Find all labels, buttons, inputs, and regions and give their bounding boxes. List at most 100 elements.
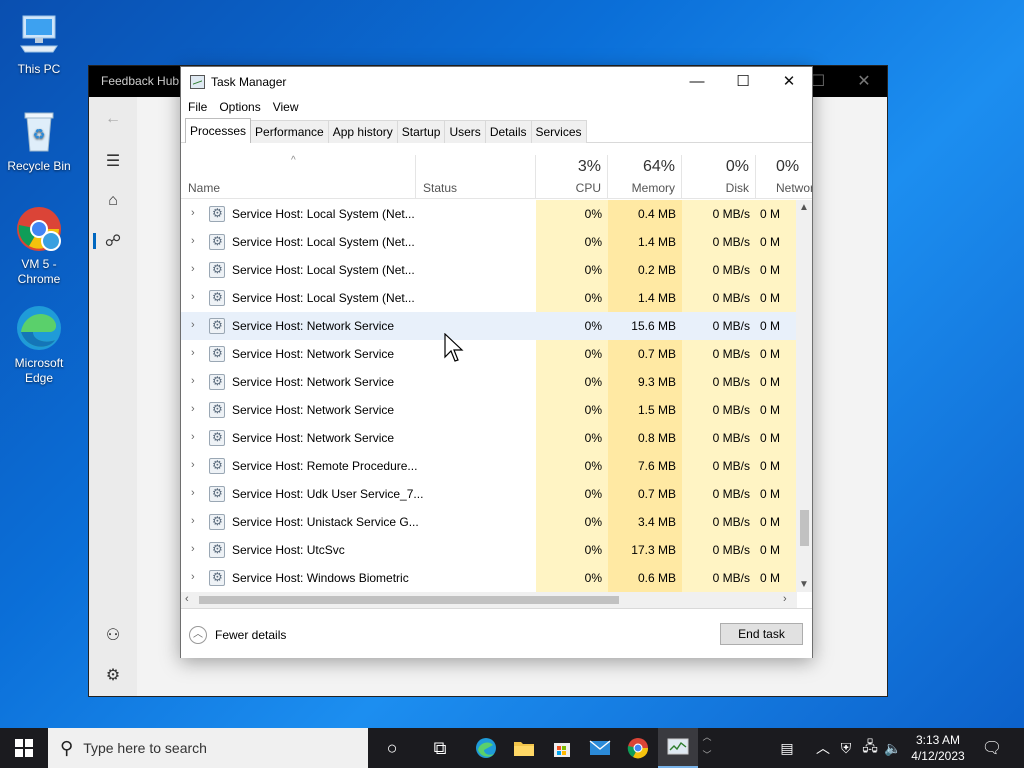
end-task-button[interactable]: End task bbox=[720, 623, 803, 645]
expand-chevron-icon[interactable]: › bbox=[191, 431, 195, 443]
home-icon[interactable]: ⌂ bbox=[89, 183, 137, 219]
network-icon[interactable]: 🖧 bbox=[858, 736, 882, 760]
clock-date: 4/12/2023 bbox=[911, 749, 965, 763]
tab-performance[interactable]: Performance bbox=[250, 120, 329, 143]
process-row[interactable]: › Service Host: Local System (Net... 0%1.4… bbox=[181, 228, 797, 256]
mail-icon[interactable] bbox=[588, 736, 612, 760]
tab-services[interactable]: Services bbox=[530, 120, 587, 143]
action-card-icon[interactable]: ▤ bbox=[772, 740, 802, 757]
settings-gear-icon[interactable]: ⚙ bbox=[89, 657, 137, 693]
menu-bar: File Options View bbox=[181, 97, 812, 119]
taskbar-overflow-scroller[interactable]: ︿ ﹀ bbox=[700, 728, 714, 768]
desktop-icon-recycle-bin[interactable]: ♻ Recycle Bin bbox=[3, 107, 75, 174]
edge-taskbar-icon[interactable] bbox=[474, 736, 498, 760]
process-row[interactable]: ›Service Host: Network Service0%9.3 MB0 … bbox=[181, 368, 797, 396]
process-disk: 0 MB/s bbox=[682, 228, 756, 256]
process-row[interactable]: › Service Host: Udk User Service_7... 0%0.… bbox=[181, 480, 797, 508]
process-row[interactable]: › Service Host: Unistack Service G... 0%3.… bbox=[181, 508, 797, 536]
scroll-down-arrow-icon[interactable]: ▼ bbox=[799, 579, 809, 590]
action-center-icon[interactable]: 🗨 bbox=[980, 736, 1004, 760]
chrome-taskbar-icon[interactable] bbox=[626, 736, 650, 760]
expand-chevron-icon[interactable]: › bbox=[191, 291, 195, 303]
expand-chevron-icon[interactable]: › bbox=[191, 375, 195, 387]
expand-chevron-icon[interactable]: › bbox=[191, 515, 195, 527]
close-icon[interactable]: ✕ bbox=[841, 66, 887, 97]
scroll-up-arrow-icon[interactable]: ▲ bbox=[799, 202, 809, 213]
show-hidden-icons-chevron-icon[interactable]: ︿ bbox=[812, 738, 834, 758]
menu-options[interactable]: Options bbox=[219, 97, 266, 119]
process-memory: 17.3 MB bbox=[608, 536, 682, 564]
desktop-icon-edge[interactable]: Microsoft Edge bbox=[3, 304, 75, 386]
scroll-left-arrow-icon[interactable]: ‹ bbox=[185, 593, 189, 605]
taskbar-search-box[interactable]: ⚲ Type here to search bbox=[48, 728, 368, 768]
expand-chevron-icon[interactable]: › bbox=[191, 571, 195, 583]
process-row[interactable]: ›Service Host: Network Service0%15.6 MB0… bbox=[181, 312, 797, 340]
process-cpu: 0% bbox=[536, 312, 608, 340]
back-arrow-icon[interactable]: ← bbox=[89, 101, 137, 137]
process-row[interactable]: › Service Host: Local System (Net... 0%0.4… bbox=[181, 200, 797, 228]
volume-icon[interactable]: 🔈 bbox=[882, 740, 904, 757]
expand-chevron-icon[interactable]: › bbox=[191, 487, 195, 499]
minimize-icon[interactable]: — bbox=[674, 67, 720, 97]
column-cpu[interactable]: 3% CPU bbox=[536, 155, 608, 199]
fewer-details-button[interactable]: ︿ Fewer details bbox=[189, 626, 286, 644]
microsoft-store-icon[interactable] bbox=[550, 736, 574, 760]
task-manager-taskbar-button[interactable] bbox=[658, 728, 698, 768]
tab-startup[interactable]: Startup bbox=[396, 120, 446, 143]
menu-file[interactable]: File bbox=[188, 97, 213, 119]
expand-chevron-icon[interactable]: › bbox=[191, 459, 195, 471]
desktop-icon-vm5-chrome[interactable]: VM 5 - Chrome bbox=[3, 205, 75, 287]
expand-chevron-icon[interactable]: › bbox=[191, 347, 195, 359]
tab-processes[interactable]: Processes bbox=[185, 118, 252, 143]
process-row[interactable]: › Service Host: Local System (Net... 0%1.4… bbox=[181, 284, 797, 312]
service-host-icon bbox=[209, 374, 225, 390]
chrome-icon bbox=[15, 205, 63, 253]
expand-chevron-icon[interactable]: › bbox=[191, 207, 195, 219]
tab-app-history[interactable]: App history bbox=[327, 120, 398, 143]
tab-details[interactable]: Details bbox=[484, 120, 532, 143]
column-memory[interactable]: 64% Memory bbox=[608, 155, 682, 199]
process-row[interactable]: › Service Host: Windows Biometric 0%0.6 MB… bbox=[181, 564, 797, 592]
task-manager-window[interactable]: Task Manager — ☐ ✕ File Options View Pro… bbox=[180, 66, 813, 658]
process-row[interactable]: ›Service Host: Network Service0%0.7 MB0 … bbox=[181, 340, 797, 368]
service-host-icon bbox=[209, 514, 225, 530]
vertical-scrollbar[interactable]: ▲ ▼ bbox=[796, 200, 812, 592]
process-row[interactable]: ›Service Host: Network Service0%0.8 MB0 … bbox=[181, 424, 797, 452]
expand-chevron-icon[interactable]: › bbox=[191, 319, 195, 331]
cortana-circle-icon[interactable]: ○ bbox=[380, 736, 404, 760]
maximize-icon[interactable]: ☐ bbox=[720, 67, 766, 97]
start-button[interactable] bbox=[0, 728, 48, 768]
task-view-icon[interactable]: ⧉ bbox=[428, 736, 452, 760]
column-status[interactable]: Status bbox=[416, 155, 536, 199]
task-manager-titlebar[interactable]: Task Manager — ☐ ✕ bbox=[181, 67, 812, 97]
tab-users[interactable]: Users bbox=[444, 120, 486, 143]
process-row[interactable]: › Service Host: Remote Procedure... 0%7.6 … bbox=[181, 452, 797, 480]
expand-chevron-icon[interactable]: › bbox=[191, 235, 195, 247]
add-account-icon[interactable]: ⚇ bbox=[89, 617, 137, 653]
process-row[interactable]: › Service Host: Local System (Net... 0%0.2… bbox=[181, 256, 797, 284]
taskbar-clock[interactable]: 3:13 AM 4/12/2023 bbox=[906, 732, 970, 764]
process-disk: 0 MB/s bbox=[682, 368, 756, 396]
vertical-scroll-thumb[interactable] bbox=[800, 510, 809, 546]
scroll-right-arrow-icon[interactable]: › bbox=[783, 593, 787, 605]
expand-chevron-icon[interactable]: › bbox=[191, 543, 195, 555]
search-placeholder: Type here to search bbox=[83, 740, 207, 756]
column-disk[interactable]: 0% Disk bbox=[682, 155, 756, 199]
menu-view[interactable]: View bbox=[273, 97, 305, 119]
expand-chevron-icon[interactable]: › bbox=[191, 403, 195, 415]
close-icon[interactable]: ✕ bbox=[766, 67, 812, 97]
process-row[interactable]: › Service Host: UtcSvc 0%17.3 MB0 MB/s0 M bbox=[181, 536, 797, 564]
process-row[interactable]: ›Service Host: Network Service0%1.5 MB0 … bbox=[181, 396, 797, 424]
file-explorer-icon[interactable] bbox=[512, 736, 536, 760]
security-alert-icon[interactable]: ⛨ bbox=[834, 740, 858, 757]
process-network: 0 M bbox=[756, 508, 797, 536]
desktop-icon-this-pc[interactable]: This PC bbox=[3, 10, 75, 77]
horizontal-scroll-thumb[interactable] bbox=[199, 596, 619, 604]
process-cpu: 0% bbox=[536, 396, 608, 424]
expand-chevron-icon[interactable]: › bbox=[191, 263, 195, 275]
hamburger-menu-icon[interactable]: ☰ bbox=[89, 143, 137, 179]
column-network[interactable]: 0% Network bbox=[756, 155, 812, 199]
feedback-icon[interactable]: ☍ bbox=[89, 223, 137, 259]
column-name[interactable]: ^ Name bbox=[181, 155, 416, 199]
horizontal-scrollbar[interactable]: ‹ › bbox=[181, 592, 797, 608]
